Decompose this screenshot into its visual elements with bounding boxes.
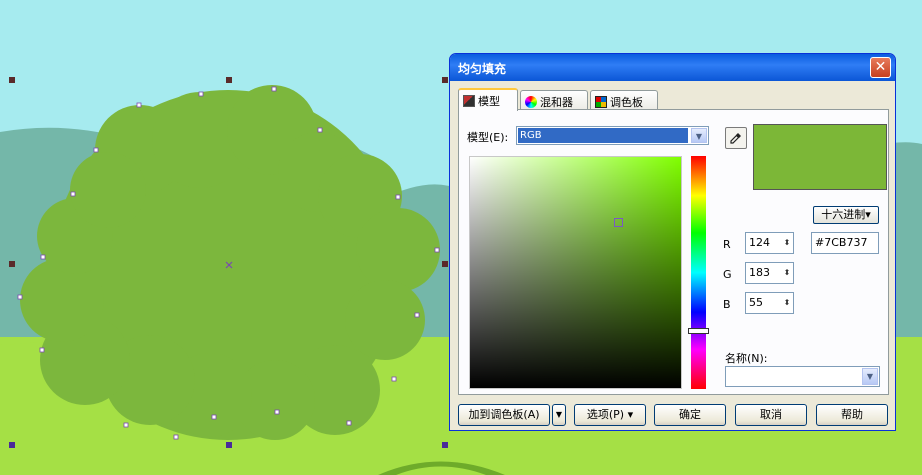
spinner-icon[interactable]: ⬍ [782,234,792,252]
color-preview-swatch [753,124,887,190]
model-label: 模型(E): [467,131,509,144]
model-icon [463,95,475,107]
hue-slider[interactable] [688,156,709,389]
dialog-title: 均匀填充 [458,62,507,76]
channel-g-value: 183 [749,266,770,279]
options-button[interactable]: 选项(P) ▾ [574,404,646,426]
close-icon: ✕ [874,59,887,75]
model-select[interactable]: RGB ▼ [516,126,709,145]
spinner-icon[interactable]: ⬍ [782,264,792,282]
tab-mixer-label: 混和器 [540,96,573,109]
chevron-down-icon[interactable]: ▼ [691,128,707,143]
close-button[interactable]: ✕ [870,57,891,78]
eyedropper-icon [730,133,741,144]
saturation-value-field[interactable] [469,156,682,389]
tab-mixer[interactable]: 混和器 [520,90,588,110]
tab-palette-label: 调色板 [610,96,643,109]
name-combo[interactable]: ▼ [725,366,880,387]
color-picker-cursor[interactable] [613,217,623,227]
model-select-value: RGB [518,128,688,143]
dialog-titlebar[interactable]: 均匀填充 ✕ [450,54,895,81]
eyedropper-button[interactable] [725,127,747,149]
model-tab-panel: 模型(E): RGB ▼ 十六进制▾ R 124 ⬍ G 183 ⬍ B 55 … [458,109,889,395]
channel-g-input[interactable]: 183 ⬍ [745,262,794,284]
channel-r-label: R [723,238,731,251]
help-button[interactable]: 帮助 [816,404,888,426]
chevron-down-icon: ▼ [555,410,563,419]
channel-b-value: 55 [749,296,763,309]
mixer-wheel-icon [525,96,537,108]
hex-value-input[interactable]: #7CB737 [811,232,879,254]
spinner-icon[interactable]: ⬍ [782,294,792,312]
hex-format-button[interactable]: 十六进制▾ [813,206,879,224]
channel-b-label: B [723,298,731,311]
name-label: 名称(N): [725,352,768,365]
palette-grid-icon [595,96,607,108]
channel-r-input[interactable]: 124 ⬍ [745,232,794,254]
tab-model-label: 模型 [478,95,500,108]
chevron-down-icon[interactable]: ▼ [862,368,878,385]
cancel-button[interactable]: 取消 [735,404,807,426]
tab-model[interactable]: 模型 [458,88,518,111]
hue-slider-handle[interactable] [688,327,709,334]
channel-b-input[interactable]: 55 ⬍ [745,292,794,314]
tab-palette[interactable]: 调色板 [590,90,658,110]
add-to-palette-dropdown[interactable]: ▼ [552,404,566,426]
add-to-palette-button[interactable]: 加到调色板(A) [458,404,550,426]
uniform-fill-dialog: 均匀填充 ✕ 模型 混和器 调色板 模型(E): RGB ▼ 十六进制▾ R 1… [449,53,896,431]
channel-r-value: 124 [749,236,770,249]
ok-button[interactable]: 确定 [654,404,726,426]
channel-g-label: G [723,268,732,281]
